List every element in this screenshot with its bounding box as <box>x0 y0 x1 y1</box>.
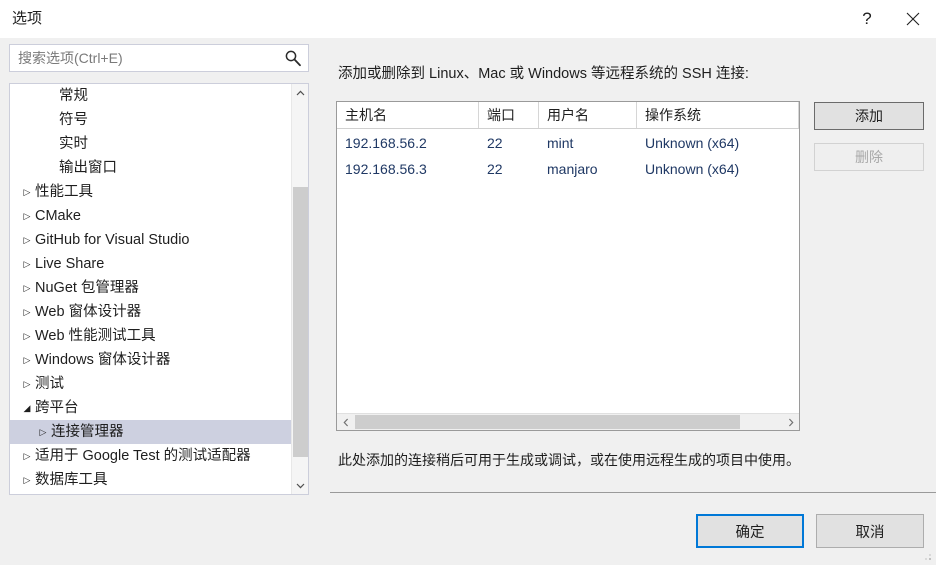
options-tree[interactable]: 常规 符号 实时 输出窗口 ▷ 性能工具 ▷ CMake ▷ GitHub for Visual … <box>10 84 291 494</box>
tree-item[interactable]: ▷ Web 性能测试工具 <box>10 324 291 348</box>
scroll-left-button[interactable] <box>337 414 354 430</box>
tree-item[interactable]: ▷ CMake <box>10 204 291 228</box>
grid-cell-host: 192.168.56.2 <box>345 135 427 151</box>
chevron-right-icon <box>788 418 794 426</box>
tree-item[interactable]: ▷ 连接管理器 <box>10 420 291 444</box>
tree-item[interactable]: ▷ Web 窗体设计器 <box>10 300 291 324</box>
question-mark-icon: ? <box>862 9 872 28</box>
chevron-right-icon[interactable]: ▷ <box>19 276 35 300</box>
grid-cell-user: mint <box>547 135 574 151</box>
chevron-up-icon <box>296 90 305 95</box>
grid-horizontal-scrollbar[interactable] <box>337 413 799 430</box>
tree-item[interactable]: 符号 <box>10 108 291 132</box>
title-bar: 选项 ? <box>0 0 936 38</box>
grid-column-header[interactable]: 操作系统 <box>637 102 799 128</box>
chevron-right-icon[interactable]: ▷ <box>19 180 35 204</box>
search-box[interactable] <box>9 44 309 72</box>
grid-cell-user: manjaro <box>547 161 598 177</box>
tree-item-label: GitHub for Visual Studio <box>35 232 190 248</box>
chevron-right-icon[interactable]: ▷ <box>19 228 35 252</box>
grid-row[interactable]: 192.168.56.3 22 manjaro Unknown (x64) <box>337 156 799 182</box>
tree-item-label: 常规 <box>59 88 88 104</box>
scroll-thumb-vertical[interactable] <box>293 187 308 457</box>
close-icon <box>906 12 920 26</box>
tree-item-label: 数据库工具 <box>35 472 108 488</box>
tree-item-label: Windows 窗体设计器 <box>35 352 171 368</box>
tree-item[interactable]: ▷ Live Share <box>10 252 291 276</box>
chevron-right-icon[interactable]: ▷ <box>19 444 35 468</box>
scroll-thumb-horizontal[interactable] <box>355 415 740 429</box>
grid-column-header[interactable]: 端口 <box>479 102 539 128</box>
tree-item[interactable]: ▷图形诊断 <box>10 492 291 494</box>
tree-item[interactable]: ▷ 数据库工具 <box>10 468 291 492</box>
tree-item[interactable]: 实时 <box>10 132 291 156</box>
remove-connection-button: 删除 <box>814 143 924 171</box>
window-title: 选项 <box>12 10 43 27</box>
pane-description: 添加或删除到 Linux、Mac 或 Windows 等远程系统的 SSH 连接… <box>338 66 749 82</box>
tree-item[interactable]: ▷ 测试 <box>10 372 291 396</box>
grid-cell-host: 192.168.56.3 <box>345 161 427 177</box>
tree-item[interactable]: ▷ Windows 窗体设计器 <box>10 348 291 372</box>
tree-item-label: Web 窗体设计器 <box>35 304 142 320</box>
tree-item-label: 测试 <box>35 376 64 392</box>
tree-item-label: 性能工具 <box>35 184 93 200</box>
tree-item-label: Live Share <box>35 256 105 272</box>
chevron-right-icon[interactable]: ▷ <box>19 468 35 492</box>
grid-cell-os: Unknown (x64) <box>645 161 740 177</box>
grid-header-row: 主机名 端口 用户名 操作系统 <box>337 102 799 129</box>
add-connection-button[interactable]: 添加 <box>814 102 924 130</box>
chevron-right-icon[interactable]: ▷ <box>19 372 35 396</box>
pane-note: 此处添加的连接稍后可用于生成或调试，或在使用远程生成的项目中使用。 <box>338 452 800 468</box>
footer-separator <box>330 492 936 493</box>
tree-item-label: 连接管理器 <box>51 424 124 440</box>
chevron-down-filled-icon[interactable]: ◢ <box>19 396 35 420</box>
tree-item[interactable]: ▷ NuGet 包管理器 <box>10 276 291 300</box>
chevron-right-icon[interactable]: ▷ <box>19 252 35 276</box>
grid-cell-os: Unknown (x64) <box>645 135 740 151</box>
chevron-right-icon[interactable]: ▷ <box>19 300 35 324</box>
tree-vertical-scrollbar[interactable] <box>291 84 308 494</box>
grid-cell-port: 22 <box>487 161 503 177</box>
grid-cell-port: 22 <box>487 135 503 151</box>
chevron-right-icon[interactable]: ▷ <box>19 492 35 494</box>
tree-item-label: 实时 <box>59 136 88 152</box>
search-input[interactable] <box>18 45 278 71</box>
chevron-right-icon[interactable]: ▷ <box>19 204 35 228</box>
grid-row[interactable]: 192.168.56.2 22 mint Unknown (x64) <box>337 130 799 156</box>
tree-item-label: CMake <box>35 208 81 224</box>
chevron-right-icon[interactable]: ▷ <box>35 420 51 444</box>
help-button[interactable]: ? <box>845 0 889 38</box>
scroll-right-button[interactable] <box>782 414 799 430</box>
tree-item-label: 适用于 Google Test 的测试适配器 <box>35 448 251 464</box>
scroll-down-button[interactable] <box>292 477 308 494</box>
tree-item-label: 输出窗口 <box>59 160 117 176</box>
chevron-right-icon[interactable]: ▷ <box>19 348 35 372</box>
grid-column-header[interactable]: 主机名 <box>337 102 479 128</box>
search-icon[interactable] <box>284 49 302 67</box>
chevron-right-icon[interactable]: ▷ <box>19 324 35 348</box>
tree-item-label: 跨平台 <box>35 400 79 416</box>
tree-item-label: Web 性能测试工具 <box>35 328 156 344</box>
tree-item[interactable]: ▷ 性能工具 <box>10 180 291 204</box>
tree-item[interactable]: 常规 <box>10 84 291 108</box>
tree-item[interactable]: ▷ 适用于 Google Test 的测试适配器 <box>10 444 291 468</box>
connections-grid: 主机名 端口 用户名 操作系统 192.168.56.2 22 mint Unknown (… <box>336 101 800 431</box>
tree-item[interactable]: ◢ 跨平台 <box>10 396 291 420</box>
options-tree-panel: 常规 符号 实时 输出窗口 ▷ 性能工具 ▷ CMake ▷ GitHub for Visual … <box>9 83 309 495</box>
close-button[interactable] <box>891 0 935 38</box>
ok-button[interactable]: 确定 <box>696 514 804 548</box>
chevron-down-icon <box>296 483 305 488</box>
grid-column-header[interactable]: 用户名 <box>539 102 637 128</box>
tree-item-label: NuGet 包管理器 <box>35 280 139 296</box>
resize-grip-icon[interactable] <box>923 552 933 562</box>
tree-item[interactable]: ▷ GitHub for Visual Studio <box>10 228 291 252</box>
cancel-button[interactable]: 取消 <box>816 514 924 548</box>
scroll-up-button[interactable] <box>292 84 308 101</box>
chevron-left-icon <box>342 418 348 426</box>
tree-item-label: 符号 <box>59 112 88 128</box>
tree-item[interactable]: 输出窗口 <box>10 156 291 180</box>
